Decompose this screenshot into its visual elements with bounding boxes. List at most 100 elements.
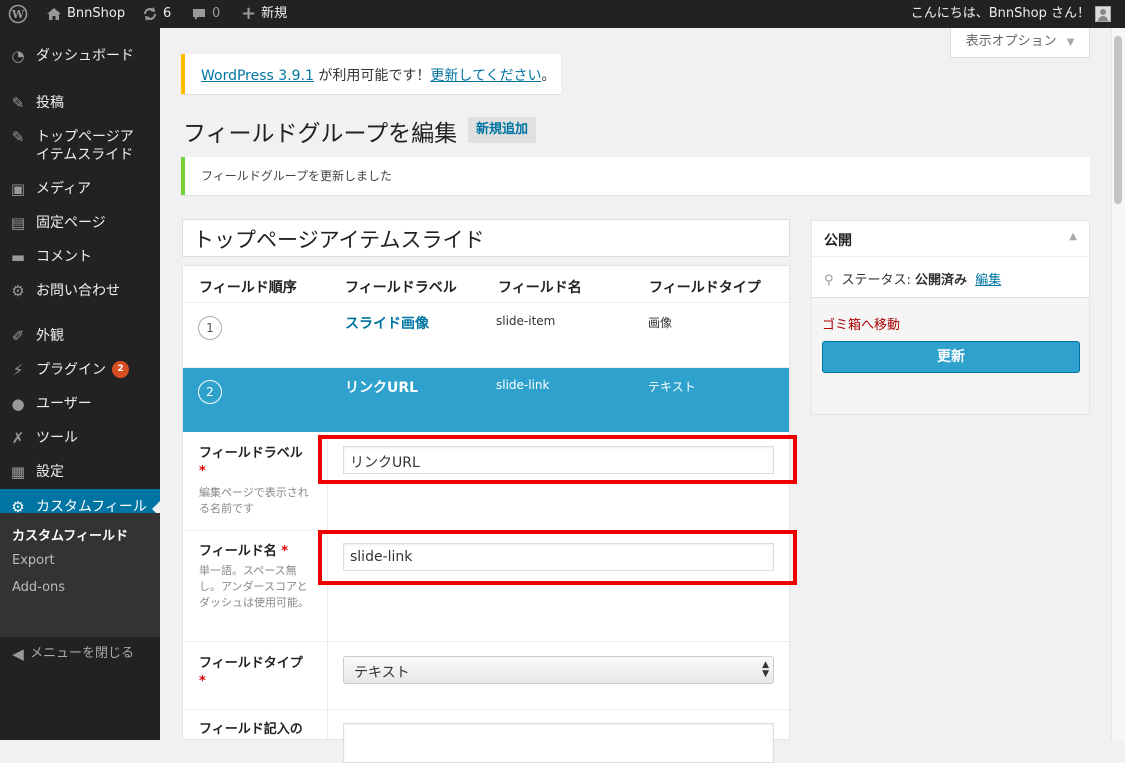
column-header-type: フィールドタイプ xyxy=(649,280,761,296)
my-account-link[interactable]: こんにちは、BnnShop さん！ xyxy=(911,0,1111,28)
move-to-trash-link[interactable]: ゴミ箱へ移動 xyxy=(822,314,900,333)
update-nag-text: が利用可能です！ xyxy=(313,68,431,84)
publish-box-header[interactable]: 公開 ▲ xyxy=(812,221,1089,257)
update-nag-end: 。 xyxy=(541,68,556,84)
sidebar-item-dashboard[interactable]: ◔ ダッシュボード xyxy=(0,47,160,65)
field-instructions-heading: フィールド記入の xyxy=(199,722,303,737)
field-group-title-input[interactable]: トップページアイテムスライド xyxy=(182,219,790,257)
field-label-description: 編集ページで表示される名前です xyxy=(199,486,309,515)
field-type-select[interactable]: テキスト ▲ ▼ xyxy=(343,656,774,684)
status-label: ステータス: xyxy=(841,273,916,288)
chevron-down-icon: ▼ xyxy=(1066,37,1075,48)
status-value: 公開済み xyxy=(915,273,968,288)
sidebar-item-posts[interactable]: ✎ 投稿 xyxy=(0,94,160,112)
sidebar-item-plugins[interactable]: ⚡ プラグイン 2 xyxy=(0,361,160,379)
field-order-badge: 1 xyxy=(198,316,222,340)
pin-icon: ✎ xyxy=(11,128,25,146)
wordpress-version-link[interactable]: WordPress 3.9.1 xyxy=(201,68,314,84)
sidebar-item-top-slides[interactable]: ✎ トップページアイテムスライド xyxy=(0,128,150,164)
edit-status-link[interactable]: 編集 xyxy=(975,273,1001,288)
publish-box-title: 公開 xyxy=(824,233,852,249)
avatar xyxy=(1095,6,1111,22)
field-label-link[interactable]: スライド画像 xyxy=(345,313,429,333)
sidebar-item-contact[interactable]: ⚙ お問い合わせ xyxy=(0,282,160,300)
field-type-cell: 画像 xyxy=(648,316,673,330)
comments-link[interactable]: 0 xyxy=(191,0,220,28)
highlight-box xyxy=(318,530,797,585)
settings-icon: ▦ xyxy=(10,463,26,481)
sidebar-item-users[interactable]: ● ユーザー xyxy=(0,395,160,413)
screen-options-button[interactable]: 表示オプション ▼ xyxy=(950,28,1090,58)
field-label-heading: フィールドラベル * xyxy=(199,446,303,479)
comment-icon: ▬ xyxy=(10,248,26,266)
update-now-link[interactable]: 更新してください xyxy=(430,68,541,84)
field-name-heading: フィールド名 * xyxy=(199,544,289,559)
field-instructions-input[interactable] xyxy=(343,723,774,763)
new-content-link[interactable]: + 新規 xyxy=(241,0,287,28)
refresh-icon xyxy=(144,7,156,21)
brush-icon: ✐ xyxy=(11,327,25,345)
wordpress-logo-icon[interactable]: W xyxy=(8,0,28,28)
site-name: BnnShop xyxy=(67,6,126,21)
form-divider xyxy=(183,641,789,642)
fields-box: フィールド順序 フィールドラベル フィールド名 フィールドタイプ 1 スライド画… xyxy=(182,265,790,763)
publish-status: ⚲ ステータス: 公開済み 編集 xyxy=(824,269,1001,288)
site-name-link[interactable]: BnnShop xyxy=(46,0,125,28)
comments-count: 0 xyxy=(212,6,221,21)
sidebar-item-comments[interactable]: ▬ コメント xyxy=(0,248,160,266)
admin-sidebar: ◔ ダッシュボード ✎ 投稿 ✎ トップページアイテムスライド ▣ メディア ▤… xyxy=(0,28,160,740)
media-icon: ▣ xyxy=(10,180,26,198)
svg-text:W: W xyxy=(11,8,25,21)
comment-icon xyxy=(193,8,205,20)
new-label: 新規 xyxy=(261,6,288,21)
home-icon xyxy=(47,8,61,20)
gear-icon: ⚙ xyxy=(11,282,25,300)
pin-icon: ⚲ xyxy=(824,273,834,288)
user-icon: ● xyxy=(11,395,25,413)
wrench-icon: ✗ xyxy=(11,429,25,447)
greeting: こんにちは、BnnShop さん！ xyxy=(910,6,1090,21)
required-marker: * xyxy=(199,464,206,479)
field-name-cell: slide-item xyxy=(496,314,556,328)
scrollbar-thumb[interactable] xyxy=(1114,36,1122,204)
submenu-item-export[interactable]: Export xyxy=(12,553,55,568)
field-type-selected: テキスト xyxy=(354,665,410,681)
select-arrows-icon: ▲ ▼ xyxy=(762,660,769,679)
updates-count: 6 xyxy=(163,6,172,21)
pin-icon: ✎ xyxy=(11,94,25,112)
table-row[interactable]: 1 スライド画像 slide-item 画像 xyxy=(183,303,789,367)
field-name-cell: slide-link xyxy=(496,378,550,392)
column-header-order: フィールド順序 xyxy=(199,280,297,296)
page-title: フィールドグループを編集 xyxy=(183,121,458,147)
update-nag: WordPress 3.9.1 が利用可能です！更新してください。 xyxy=(181,54,561,94)
sidebar-item-media[interactable]: ▣ メディア xyxy=(0,180,160,198)
column-header-name: フィールド名 xyxy=(498,280,582,296)
sidebar-item-appearance[interactable]: ✐ 外観 xyxy=(0,327,160,345)
plus-icon: + xyxy=(241,3,257,24)
update-button[interactable]: 更新 xyxy=(822,341,1080,373)
field-name-description: 単一語。スペース無し。アンダースコアとダッシュは使用可能。 xyxy=(199,564,309,609)
column-header-label: フィールドラベル xyxy=(345,280,457,296)
submenu-item-add-ons[interactable]: Add-ons xyxy=(12,580,65,595)
submenu-item-custom-fields[interactable]: カスタムフィールド xyxy=(12,525,128,544)
custom-fields-submenu: カスタムフィールド Export Add-ons xyxy=(0,513,160,637)
admin-bar: W BnnShop 6 0 + 新規 こんにちは、BnnShop さん！ xyxy=(0,0,1125,28)
dashboard-icon: ◔ xyxy=(11,47,25,65)
sidebar-item-settings[interactable]: ▦ 設定 xyxy=(0,463,160,481)
field-label-link[interactable]: リンクURL xyxy=(345,377,418,397)
field-type-cell: テキスト xyxy=(648,380,696,394)
field-order-badge: 2 xyxy=(198,380,222,404)
collapse-toggle-icon[interactable]: ▲ xyxy=(1069,231,1077,242)
add-new-button[interactable]: 新規追加 xyxy=(468,117,536,143)
sidebar-item-pages[interactable]: ▤ 固定ページ xyxy=(0,214,160,232)
updated-message: フィールドグループを更新しました xyxy=(201,169,393,183)
collapse-menu-button[interactable]: ◀ メニューを閉じる xyxy=(0,645,160,663)
form-divider xyxy=(183,709,789,710)
table-row[interactable]: 2 リンクURL slide-link テキスト xyxy=(183,368,789,432)
page-icon: ▤ xyxy=(10,214,26,232)
required-marker: * xyxy=(281,544,289,559)
updates-link[interactable]: 6 xyxy=(142,0,171,28)
sidebar-item-tools[interactable]: ✗ ツール xyxy=(0,429,160,447)
updated-notice: フィールドグループを更新しました xyxy=(181,157,1090,195)
field-type-heading: フィールドタイプ * xyxy=(199,656,303,689)
